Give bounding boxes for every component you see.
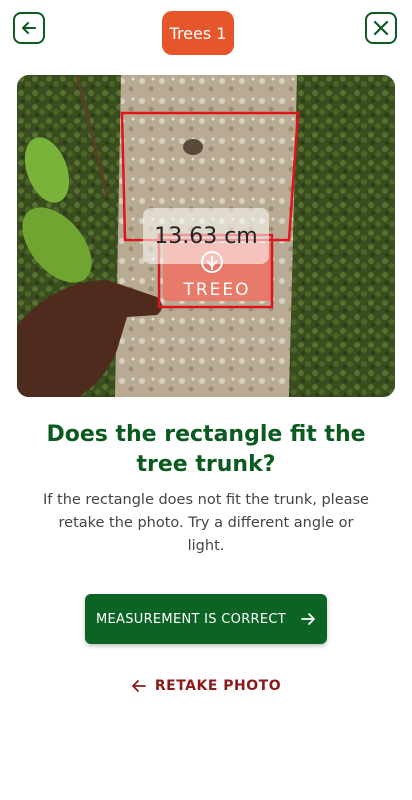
page-title: Trees 1 <box>162 11 234 55</box>
arrow-left-icon <box>131 680 146 692</box>
close-icon <box>373 20 389 36</box>
back-button[interactable] <box>13 12 45 44</box>
question-heading: Does the rectangle fit the tree trunk? <box>46 422 366 477</box>
measurement-correct-label: MEASUREMENT IS CORRECT <box>96 611 286 627</box>
measurement-correct-button[interactable]: MEASUREMENT IS CORRECT <box>85 594 327 644</box>
hint-text: If the rectangle does not fit the trunk,… <box>43 492 369 554</box>
arrow-right-icon <box>301 613 315 625</box>
close-button[interactable] <box>365 12 397 44</box>
retake-photo-button[interactable]: RETAKE PHOTO <box>130 674 282 698</box>
card-text: TREEO <box>182 280 250 300</box>
retake-photo-label: RETAKE PHOTO <box>154 678 282 694</box>
arrow-left-icon <box>22 22 36 34</box>
measurement-label: 13.63 cm <box>143 208 269 264</box>
